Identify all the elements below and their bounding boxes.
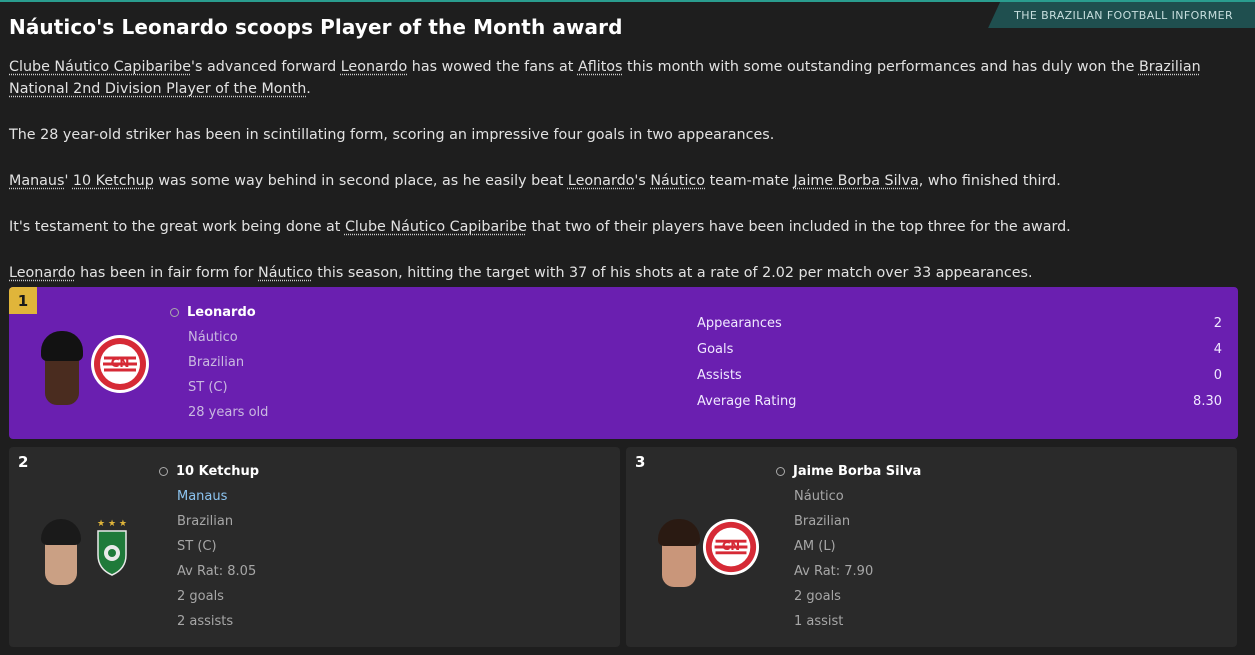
paragraph-1: Clube Náutico Capibaribe's advanced forw… xyxy=(9,59,1201,97)
paragraph-4: It's testament to the great work being d… xyxy=(9,219,1071,235)
club-link[interactable]: Clube Náutico Capibaribe xyxy=(345,219,527,235)
player-face-icon[interactable] xyxy=(658,519,700,587)
stat-row: Assists 0 xyxy=(697,368,1222,383)
source-tag: THE BRAZILIAN FOOTBALL INFORMER xyxy=(988,2,1255,28)
average-rating: Av Rat: 8.05 xyxy=(177,564,257,579)
nationality: Brazilian xyxy=(177,514,234,529)
goals: 2 goals xyxy=(177,589,224,604)
goals: 2 goals xyxy=(794,589,841,604)
svg-text:★ ★ ★: ★ ★ ★ xyxy=(97,519,127,529)
svg-text:CN: CN xyxy=(722,539,740,553)
top-accent-line xyxy=(0,0,1255,2)
player-link[interactable]: Leonardo xyxy=(9,265,76,281)
club-link[interactable]: Náutico xyxy=(650,173,705,189)
club-link[interactable]: Náutico xyxy=(258,265,313,281)
rank-label: 3 xyxy=(635,453,646,471)
manaus-crest-icon[interactable]: ★ ★ ★ xyxy=(94,517,130,577)
stadium-link[interactable]: Aflitos xyxy=(578,59,623,75)
winner-stats: Appearances 2 Goals 4 Assists 0 Average Rat… xyxy=(697,311,1222,415)
winner-info: Leonardo Náutico Brazilian ST (C) 28 yea… xyxy=(170,300,268,425)
player-link[interactable]: Leonardo xyxy=(341,59,408,75)
club-name[interactable]: Náutico xyxy=(776,484,921,509)
person-icon xyxy=(776,467,785,476)
average-rating: Av Rat: 7.90 xyxy=(794,564,874,579)
position: ST (C) xyxy=(177,539,217,554)
club-link[interactable]: Clube Náutico Capibaribe xyxy=(9,59,191,75)
nautico-crest-icon[interactable]: CN xyxy=(702,518,760,576)
player-name[interactable]: Leonardo xyxy=(187,305,256,320)
age: 28 years old xyxy=(188,405,269,420)
assists: 2 assists xyxy=(177,614,234,629)
headline: Náutico's Leonardo scoops Player of the … xyxy=(9,15,623,39)
position: AM (L) xyxy=(794,539,836,554)
position: ST (C) xyxy=(188,380,228,395)
third-info: Jaime Borba Silva Náutico Brazilian AM (… xyxy=(776,459,921,634)
player-name[interactable]: Jaime Borba Silva xyxy=(793,464,921,479)
stat-row: Average Rating 8.30 xyxy=(697,394,1222,409)
club-name[interactable]: Manaus xyxy=(159,484,259,509)
rank-badge: 1 xyxy=(9,287,37,314)
person-icon xyxy=(159,467,168,476)
player-name[interactable]: 10 Ketchup xyxy=(176,464,259,479)
paragraph-2: The 28 year-old striker has been in scin… xyxy=(9,127,775,143)
player-link[interactable]: 10 Ketchup xyxy=(73,173,154,189)
stat-row: Goals 4 xyxy=(697,342,1222,357)
paragraph-5: Leonardo has been in fair form for Náuti… xyxy=(9,265,1033,281)
second-info: 10 Ketchup Manaus Brazilian ST (C) Av Ra… xyxy=(159,459,259,634)
stat-row: Appearances 2 xyxy=(697,316,1222,331)
person-icon xyxy=(170,308,179,317)
second-place-card: 2 ★ ★ ★ 10 Ketchup Manaus Brazilian ST (… xyxy=(9,447,620,647)
player-link[interactable]: Jaime Borba Silva xyxy=(793,173,918,189)
third-place-card: 3 CN Jaime Borba Silva Náutico Brazilian… xyxy=(626,447,1237,647)
article-body: Clube Náutico Capibaribe's advanced forw… xyxy=(9,56,1234,308)
club-name[interactable]: Náutico xyxy=(170,325,268,350)
paragraph-3: Manaus' 10 Ketchup was some way behind i… xyxy=(9,173,1061,189)
player-face-icon[interactable] xyxy=(41,331,83,405)
nautico-crest-icon[interactable]: CN xyxy=(90,334,150,394)
svg-text:CN: CN xyxy=(111,356,130,370)
player-link[interactable]: Leonardo xyxy=(568,173,635,189)
nationality: Brazilian xyxy=(794,514,851,529)
nationality: Brazilian xyxy=(188,355,245,370)
club-link[interactable]: Manaus xyxy=(9,173,64,189)
player-face-icon[interactable] xyxy=(41,519,81,585)
rank-label: 2 xyxy=(18,453,29,471)
assists: 1 assist xyxy=(794,614,844,629)
